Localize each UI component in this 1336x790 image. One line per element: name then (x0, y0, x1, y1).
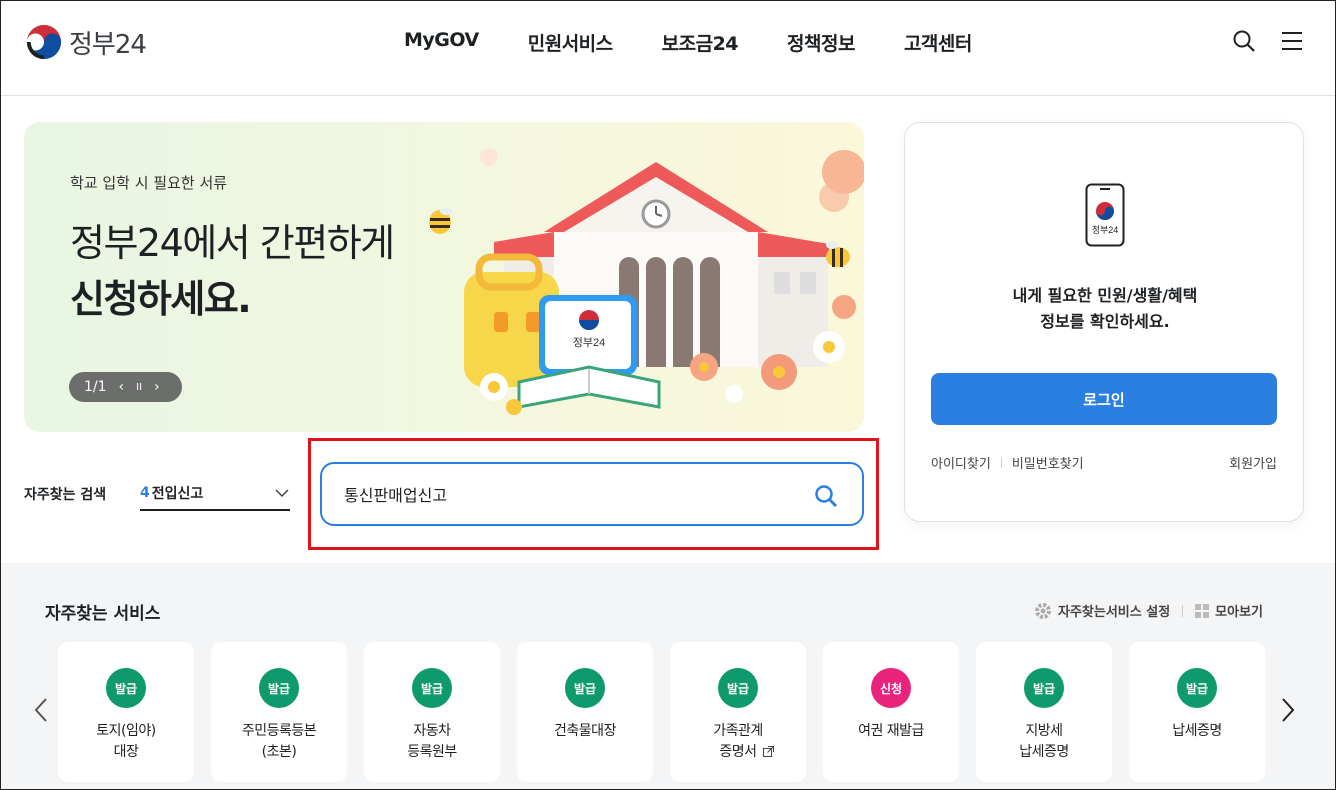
main-nav: MyGOV 민원서비스 보조금24 정책정보 고객센터 (404, 29, 972, 56)
login-panel: 정부24 내게 필요한 민원/생활/혜택 정보를 확인하세요. 로그인 아이디찾… (904, 122, 1304, 522)
service-label: 주민등록등본 (초본) (241, 723, 317, 760)
service-card[interactable]: 발급납세증명 (1129, 642, 1265, 782)
service-label: 토지(임야) 대장 (96, 723, 156, 760)
service-card[interactable]: 신청여권 재발급 (823, 642, 959, 782)
bee-icon (429, 207, 452, 234)
login-message: 내게 필요한 민원/생활/혜택 정보를 확인하세요. (905, 283, 1305, 335)
service-badge: 발급 (1177, 668, 1217, 708)
hero-subtitle: 학교 입학 시 필요한 서류 (70, 174, 228, 192)
services-view-all-link[interactable]: 모아보기 (1215, 601, 1263, 620)
banner-prev-button[interactable]: ‹ (119, 379, 125, 395)
mobile-phone-icon: 정부24 (1085, 183, 1125, 247)
service-card[interactable]: 발급주민등록등본 (초본) (211, 642, 347, 782)
hero-title-line1: 정부24에서 간편하게 (70, 221, 395, 265)
service-card[interactable]: 발급토지(임야) 대장 (58, 642, 194, 782)
chevron-left-icon[interactable] (33, 697, 49, 723)
phone-brand-text: 정부24 (1092, 225, 1119, 235)
find-id-link[interactable]: 아이디찾기 (931, 453, 991, 472)
chevron-right-icon[interactable] (1280, 697, 1296, 723)
service-card[interactable]: 발급가족관계 증명서 (670, 642, 806, 782)
link-divider (1000, 457, 1002, 468)
school-illustration: 정부24 (464, 148, 864, 415)
frequent-services-section: 자주찾는 서비스 자주찾는서비스 설정 모아보기 발급 토지(임야) 대장 발급 주민… (1, 563, 1335, 789)
frequent-search-rank: 4 (140, 485, 150, 501)
frequent-search-selected: 전입신고 (151, 486, 204, 502)
frequent-services-title: 자주찾는 서비스 (45, 604, 161, 624)
taegeuk-logo-icon (26, 24, 62, 60)
nav-civil-service[interactable]: 민원서비스 (528, 29, 613, 56)
service-label: 여권 재발급 (858, 723, 924, 739)
login-message-line2: 정보를 확인하세요. (1040, 312, 1170, 331)
hero-banner[interactable]: 학교 입학 시 필요한 서류 정부24에서 간편하게 신청하세요. 1/1 ‹ … (24, 122, 864, 432)
banner-pause-button[interactable]: II (136, 382, 142, 393)
toolbar-divider (1182, 604, 1184, 617)
main-search-input[interactable] (344, 484, 784, 504)
find-password-link[interactable]: 비밀번호찾기 (1012, 453, 1084, 472)
site-header: 정부24 MyGOV 민원서비스 보조금24 정책정보 고객센터 (1, 1, 1335, 96)
service-label: 가족관계 증명서 (713, 723, 763, 760)
hero-title-line2: 신청하세요. (70, 277, 252, 321)
external-link-icon (763, 746, 774, 757)
page: 정부24 MyGOV 민원서비스 보조금24 정책정보 고객센터 학교 입학 시… (0, 0, 1336, 790)
service-label: 지방세 납세증명 (1019, 723, 1069, 760)
service-badge: 발급 (106, 668, 146, 708)
service-label: 자동차 등록원부 (407, 723, 457, 760)
nav-mygov[interactable]: MyGOV (404, 29, 479, 56)
service-badge: 발급 (412, 668, 452, 708)
hamburger-menu-icon[interactable] (1280, 29, 1304, 53)
service-badge: 발급 (565, 668, 605, 708)
service-badge: 발급 (259, 668, 299, 708)
bee-icon-right (826, 241, 850, 267)
illustration-brand-text: 정부24 (573, 336, 605, 349)
search-icon[interactable] (1232, 29, 1256, 53)
services-settings-link[interactable]: 자주찾는서비스 설정 (1058, 601, 1170, 620)
grid-icon (1195, 603, 1210, 618)
service-label: 납세증명 (1172, 723, 1222, 739)
logo-text: 정부24 (69, 29, 147, 60)
chevron-down-icon (275, 489, 289, 498)
service-cards: 발급 토지(임야) 대장 발급 주민등록등본 (초본) 발급 자동차 등록원부 발급 건축물대… (58, 642, 1265, 782)
gear-icon (1034, 602, 1051, 619)
nav-policy-info[interactable]: 정책정보 (787, 29, 855, 56)
service-card[interactable]: 발급지방세 납세증명 (976, 642, 1112, 782)
nav-customer-center[interactable]: 고객센터 (904, 29, 972, 56)
login-message-line1: 내게 필요한 민원/생활/혜택 (1012, 286, 1198, 305)
service-badge: 발급 (718, 668, 758, 708)
search-submit-icon[interactable] (814, 484, 838, 508)
service-label: 건축물대장 (554, 723, 616, 739)
banner-pager: 1/1 ‹ II › (69, 372, 182, 402)
services-toolbar: 자주찾는서비스 설정 모아보기 (1034, 601, 1263, 620)
service-badge: 발급 (1024, 668, 1064, 708)
frequent-search-dropdown[interactable]: 4 전입신고 (140, 477, 290, 511)
service-card[interactable]: 발급건축물대장 (517, 642, 653, 782)
frequent-search-label: 자주찾는 검색 (24, 487, 107, 503)
service-badge: 신청 (871, 668, 911, 708)
banner-next-button[interactable]: › (154, 379, 160, 395)
nav-subsidy24[interactable]: 보조금24 (662, 29, 739, 56)
service-card[interactable]: 발급자동차 등록원부 (364, 642, 500, 782)
login-button[interactable]: 로그인 (931, 373, 1277, 425)
banner-counter: 1/1 (84, 379, 107, 395)
join-link[interactable]: 회원가입 (1229, 453, 1277, 472)
main-search-bar (320, 462, 864, 526)
site-logo[interactable]: 정부24 (25, 23, 147, 61)
account-links: 아이디찾기 비밀번호찾기 (931, 453, 1084, 472)
